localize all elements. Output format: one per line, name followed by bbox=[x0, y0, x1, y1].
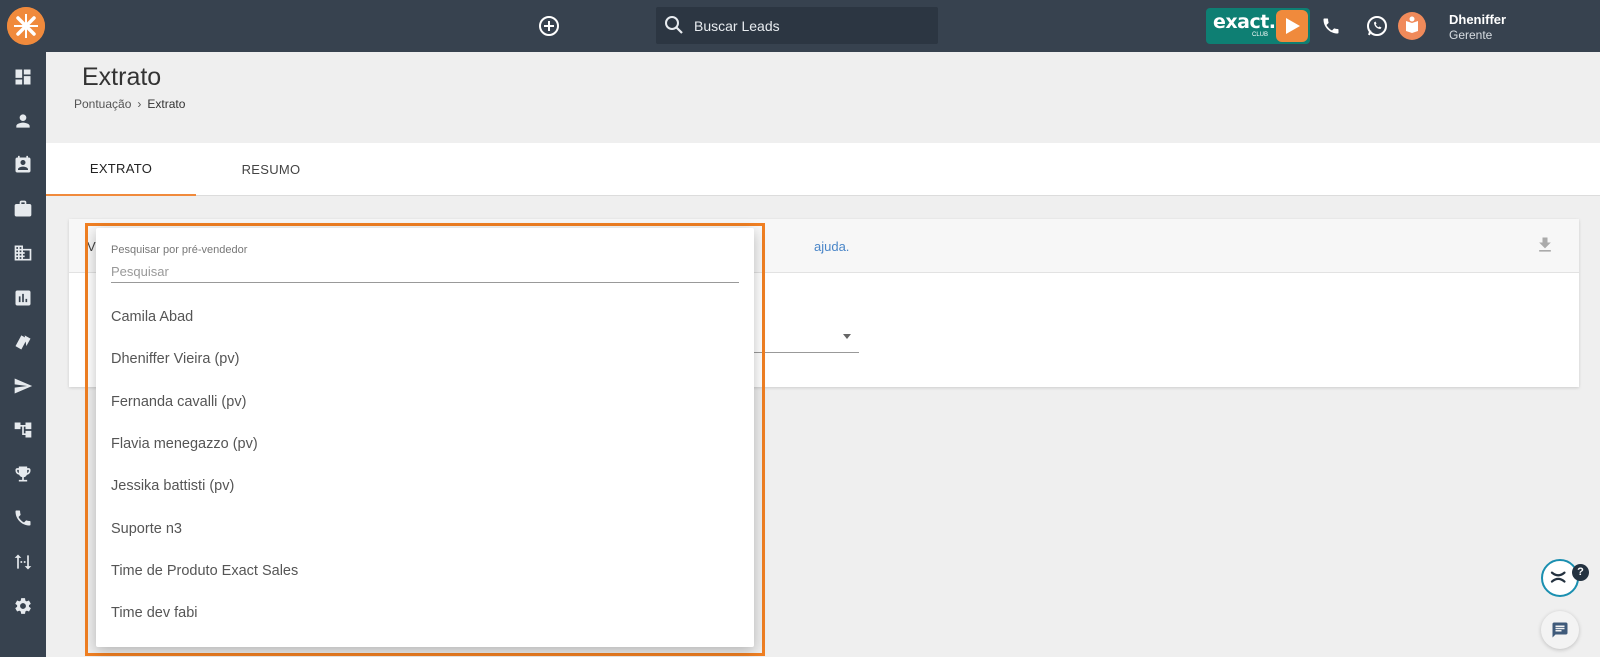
list-item[interactable]: Time de Produto Exact Sales bbox=[111, 563, 298, 579]
breadcrumb-parent[interactable]: Pontuação bbox=[74, 97, 131, 111]
dashboard-icon bbox=[15, 69, 31, 85]
list-item[interactable]: Flavia menegazzo (pv) bbox=[111, 436, 258, 452]
list-item[interactable]: Fernanda cavalli (pv) bbox=[111, 394, 246, 410]
page-title: Extrato bbox=[82, 63, 162, 91]
chat-icon bbox=[1552, 622, 1568, 638]
sidebar-item-calls[interactable] bbox=[13, 508, 33, 528]
sidebar-item-tags[interactable] bbox=[13, 332, 33, 352]
exact-club-button[interactable]: exact. CLUB bbox=[1206, 8, 1310, 44]
tabs: EXTRATO RESUMO bbox=[46, 143, 1600, 196]
whatsapp-icon bbox=[1367, 16, 1387, 36]
list-item[interactable]: Camila Abad bbox=[111, 309, 193, 325]
search-input[interactable] bbox=[694, 7, 930, 44]
sidebar-item-business[interactable] bbox=[13, 199, 33, 219]
pre-seller-search-input[interactable] bbox=[111, 261, 739, 283]
chat-button[interactable] bbox=[1541, 611, 1579, 649]
search-icon bbox=[665, 16, 683, 34]
app-logo[interactable] bbox=[7, 7, 45, 45]
briefcase-icon bbox=[14, 200, 32, 217]
building-icon bbox=[14, 245, 32, 261]
sidebar-item-ranking[interactable] bbox=[13, 464, 33, 484]
tab-extrato[interactable]: EXTRATO bbox=[46, 143, 196, 196]
download-button[interactable] bbox=[1535, 235, 1555, 255]
help-badge: ? bbox=[1572, 564, 1589, 581]
search-bar bbox=[656, 7, 938, 44]
download-icon bbox=[1539, 237, 1551, 252]
phone-button[interactable] bbox=[1321, 16, 1341, 36]
select-underline[interactable] bbox=[750, 352, 859, 353]
tab-resumo[interactable]: RESUMO bbox=[196, 143, 346, 196]
top-bar: exact. CLUB Dheniffer Gerente bbox=[0, 0, 1600, 52]
club-play-icon bbox=[1276, 10, 1308, 42]
send-icon bbox=[14, 378, 33, 394]
help-link[interactable]: ajuda. bbox=[814, 239, 849, 254]
whatsapp-button[interactable] bbox=[1365, 14, 1389, 38]
add-circle-icon bbox=[539, 16, 559, 36]
club-brand: exact. bbox=[1213, 11, 1276, 33]
contact-card-icon bbox=[15, 155, 31, 173]
sidebar-item-settings[interactable] bbox=[13, 596, 33, 616]
sidebar-item-hierarchy[interactable] bbox=[13, 420, 33, 440]
hierarchy-icon bbox=[14, 422, 32, 438]
book-icon bbox=[1406, 16, 1418, 33]
chart-icon bbox=[15, 290, 31, 306]
list-item[interactable]: Jessika battisti (pv) bbox=[111, 478, 234, 494]
list-item[interactable]: Dheniffer Vieira (pv) bbox=[111, 351, 239, 367]
user-name[interactable]: Dheniffer bbox=[1449, 12, 1506, 27]
person-icon bbox=[16, 114, 30, 128]
user-role: Gerente bbox=[1449, 28, 1493, 42]
phone-icon bbox=[1323, 18, 1339, 34]
sidebar bbox=[0, 52, 46, 657]
add-button[interactable] bbox=[538, 15, 560, 37]
logo-icon bbox=[7, 7, 45, 45]
chevron-right-icon: › bbox=[137, 97, 142, 111]
sidebar-item-send[interactable] bbox=[13, 376, 33, 396]
exact-help-icon bbox=[1550, 571, 1566, 583]
sidebar-item-integrations[interactable] bbox=[13, 552, 33, 572]
sidebar-item-person[interactable] bbox=[13, 111, 33, 131]
list-item[interactable]: Suporte n3 bbox=[111, 521, 182, 537]
sidebar-item-companies[interactable] bbox=[13, 243, 33, 263]
trophy-icon bbox=[15, 466, 31, 482]
dropdown-arrow-icon[interactable] bbox=[843, 334, 851, 339]
swap-icon bbox=[14, 554, 32, 570]
sidebar-item-reports[interactable] bbox=[13, 288, 33, 308]
sidebar-item-contacts[interactable] bbox=[13, 155, 33, 175]
breadcrumb: Pontuação › Extrato bbox=[74, 97, 185, 111]
sidebar-item-dashboard[interactable] bbox=[13, 67, 33, 87]
phone-icon bbox=[15, 510, 31, 526]
club-sub: CLUB bbox=[1252, 32, 1269, 38]
dropdown-search-label: Pesquisar por pré-vendedor bbox=[111, 244, 248, 256]
pre-seller-dropdown: Pesquisar por pré-vendedor Camila Abad D… bbox=[96, 228, 754, 647]
tags-icon bbox=[15, 335, 31, 350]
settings-icon bbox=[15, 598, 31, 614]
avatar[interactable] bbox=[1398, 12, 1426, 40]
breadcrumb-current: Extrato bbox=[147, 97, 186, 111]
list-item[interactable]: Time dev fabi bbox=[111, 605, 198, 621]
